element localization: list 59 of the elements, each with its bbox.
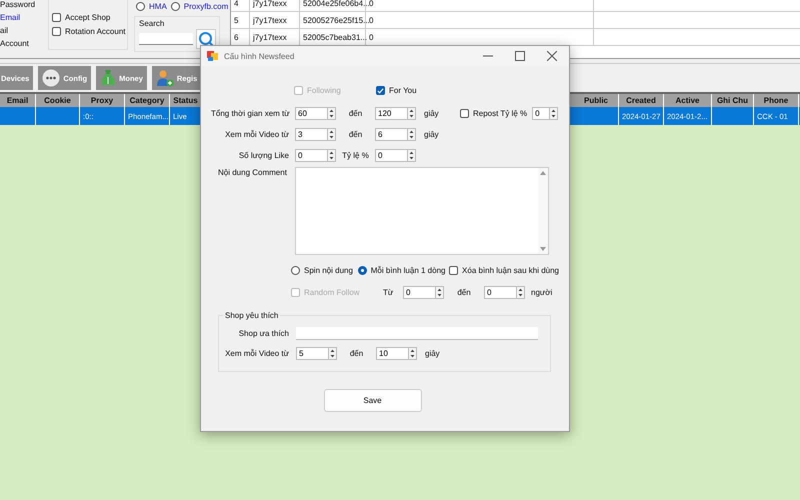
search-field[interactable] xyxy=(139,33,193,45)
spin-arrows-icon[interactable] xyxy=(435,286,444,299)
field-label: Tỷ lệ % xyxy=(341,151,370,160)
money-bag-icon xyxy=(100,69,116,87)
field-label: Xem mỗi Video từ xyxy=(224,130,289,139)
checkbox[interactable]: Xóa bình luận sau khi dùng xyxy=(449,266,559,275)
close-icon[interactable] xyxy=(547,51,557,61)
field-label: Password xyxy=(0,0,36,10)
unit-label: giây xyxy=(425,349,441,358)
spin-arrows-icon[interactable] xyxy=(328,347,337,360)
radio-button[interactable]: Mỗi bình luận 1 dòng xyxy=(358,266,450,275)
radio-button[interactable]: HMA xyxy=(136,2,167,10)
save-button[interactable]: Save xyxy=(324,389,422,412)
table-cell: 4 xyxy=(231,0,250,11)
spin-arrows-icon[interactable] xyxy=(549,107,558,120)
check-icon xyxy=(377,86,384,94)
field-label: đến xyxy=(348,109,364,118)
spin-arrows-icon[interactable] xyxy=(407,128,416,141)
field-label: đến xyxy=(348,130,364,139)
checkbox[interactable]: For You xyxy=(376,86,436,95)
radio-button[interactable]: Spin nội dung xyxy=(291,266,358,275)
field-label: Số lượng Like xyxy=(238,151,289,160)
field-label: Account xyxy=(0,39,30,49)
user-add-icon xyxy=(156,69,174,87)
field-label: Shop ưa thích xyxy=(238,329,289,338)
maximize-icon[interactable] xyxy=(515,51,525,61)
radio-button[interactable]: Proxyfb.com xyxy=(170,2,228,10)
dots-icon xyxy=(42,69,60,87)
scrollbar-arrows-icon[interactable] xyxy=(538,168,548,254)
field-label: đến xyxy=(456,288,472,297)
app-icon xyxy=(207,50,219,62)
spin-arrows-icon[interactable] xyxy=(407,149,416,162)
spin-arrows-icon[interactable] xyxy=(327,128,336,141)
field-label: Xem mỗi Video từ xyxy=(224,349,289,358)
group-title: Shop yêu thích xyxy=(223,310,280,321)
search-label: Search xyxy=(139,19,166,29)
shop-field[interactable] xyxy=(296,327,538,340)
table-cell: j7y17texx xyxy=(250,0,300,11)
spin-arrows-icon[interactable] xyxy=(408,347,417,360)
spin-arrows-icon[interactable] xyxy=(327,107,336,120)
unit-label: người xyxy=(531,288,552,297)
unit-label: giây xyxy=(424,130,440,139)
field-label: Tổng thời gian xem từ xyxy=(211,109,289,118)
field-label: Từ xyxy=(383,288,394,297)
checkbox[interactable]: Accept Shop xyxy=(52,13,127,22)
table-cell: j7y17texx xyxy=(250,12,300,28)
search-icon xyxy=(198,31,214,47)
spin-arrows-icon[interactable] xyxy=(407,107,416,120)
field-label: ail xyxy=(0,26,10,36)
link[interactable]: Email xyxy=(0,13,44,23)
spin-arrows-icon[interactable] xyxy=(327,149,336,162)
checkbox[interactable]: Repost Tỷ lệ % xyxy=(460,109,528,118)
field-label: Nội dung Comment xyxy=(217,168,288,177)
spin-arrows-icon[interactable] xyxy=(516,286,525,299)
checkbox[interactable]: Rotation Account xyxy=(52,27,127,36)
table-cell: 5 xyxy=(231,12,250,28)
unit-label: giây xyxy=(424,109,440,118)
field-label: đến xyxy=(348,349,364,358)
window-title: Cấu hình Newsfeed xyxy=(224,52,296,60)
